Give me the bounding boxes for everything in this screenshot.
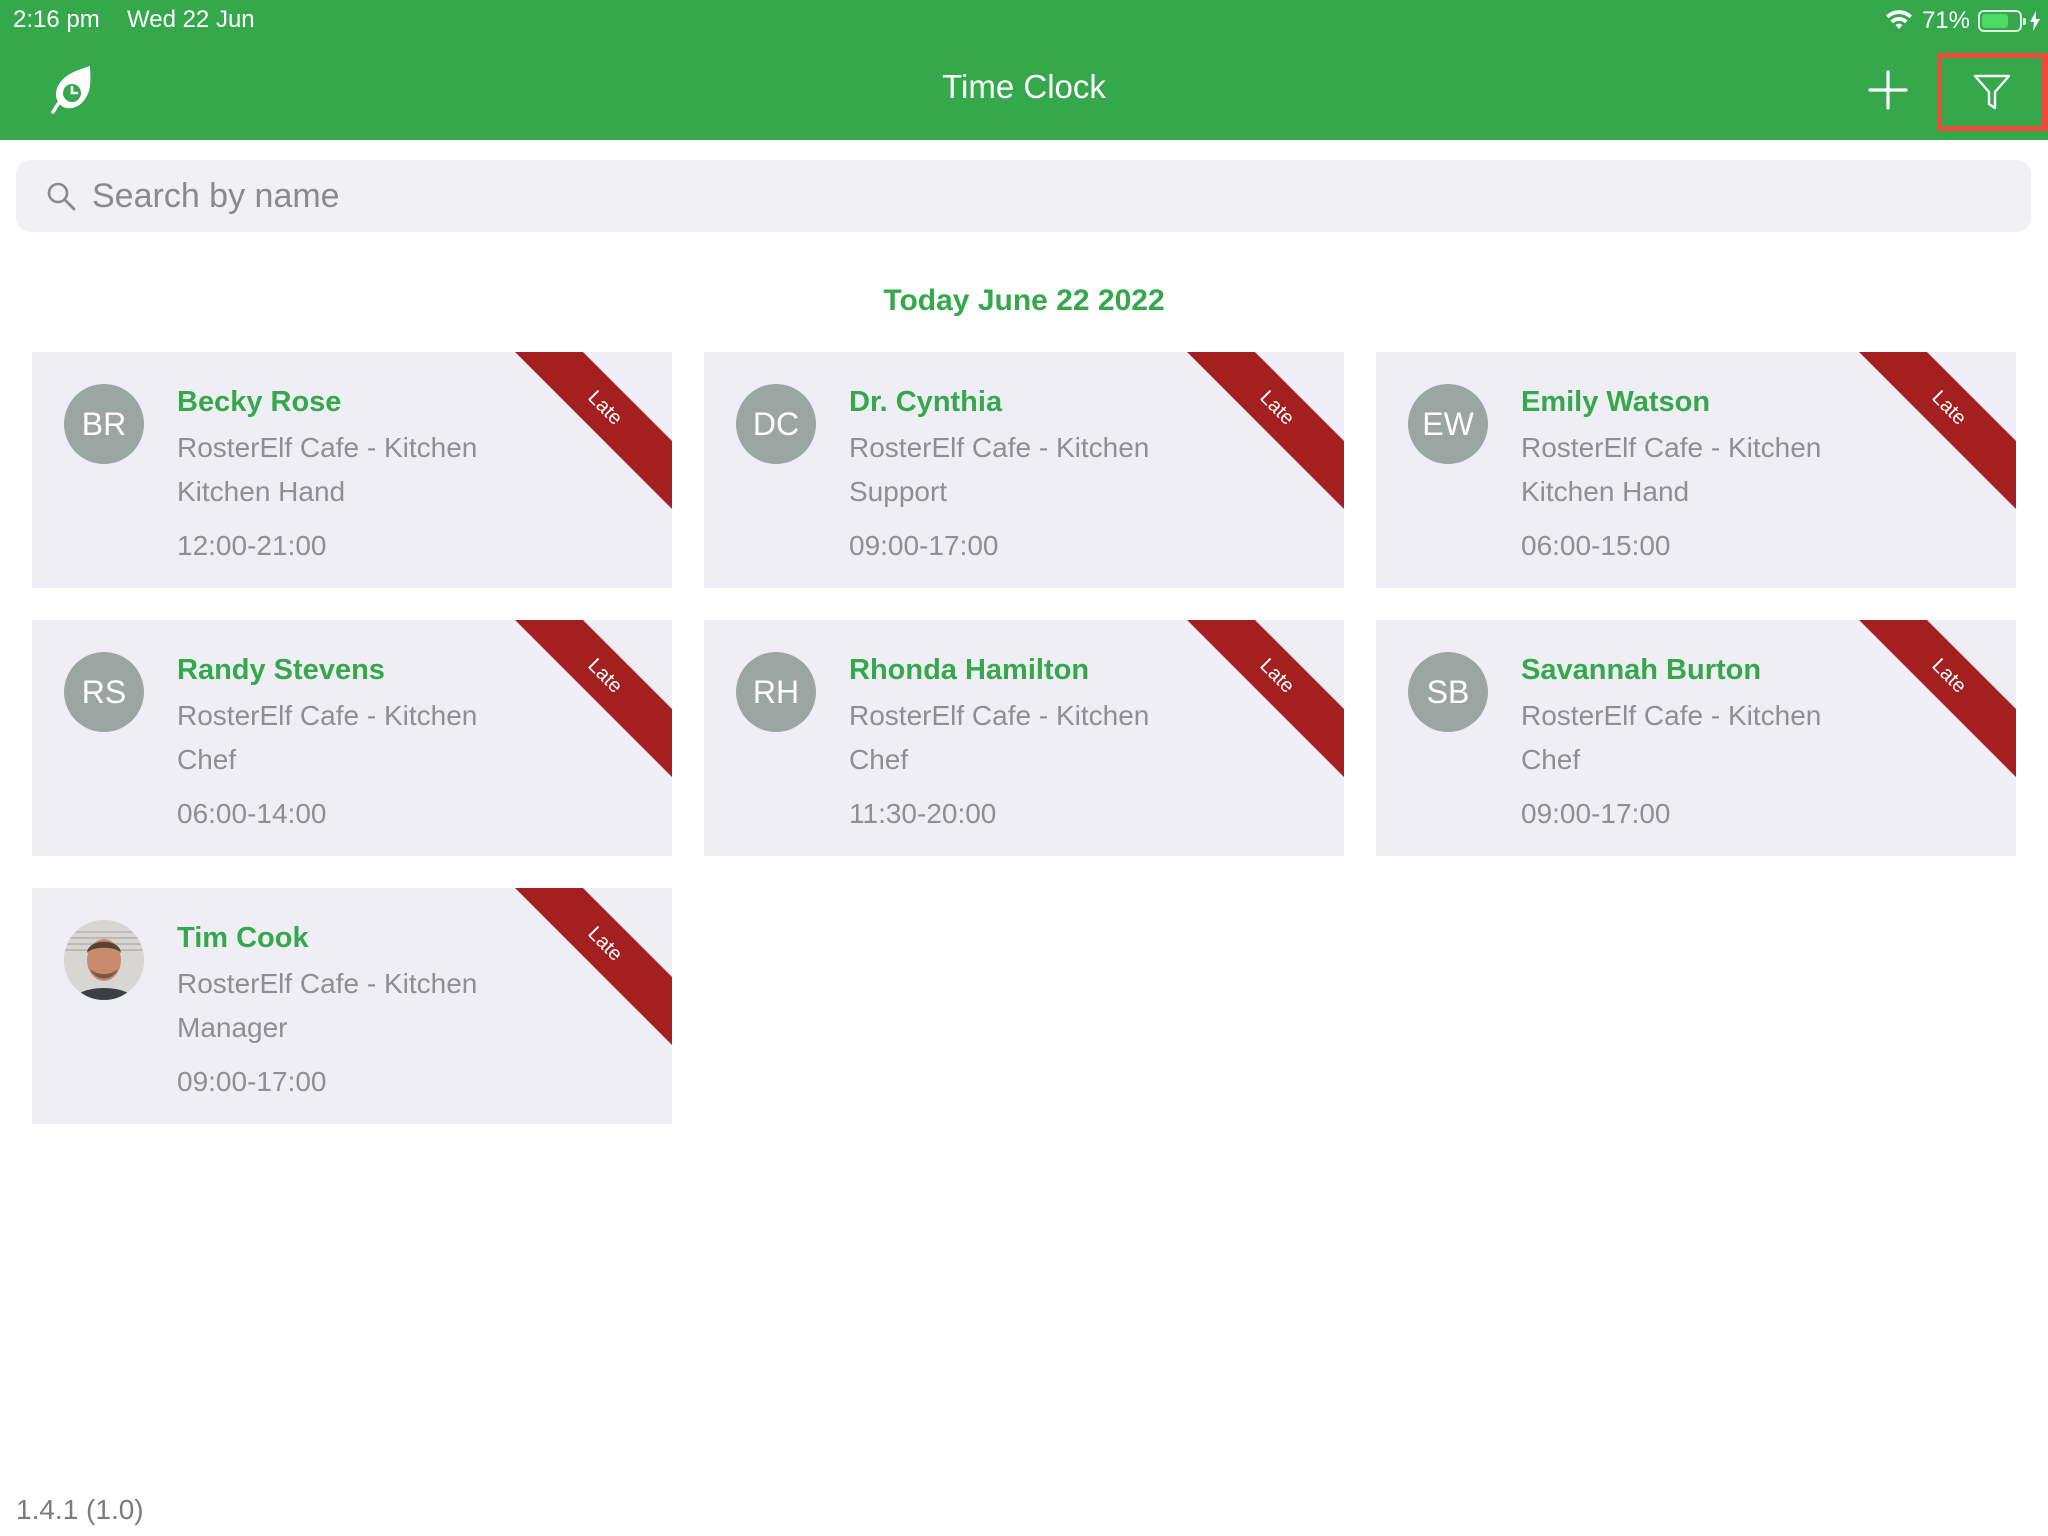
date-heading: Today June 22 2022 <box>883 284 1165 317</box>
shift-hours: 12:00-21:00 <box>177 530 327 561</box>
employee-location: RosterElf Cafe - Kitchen <box>1521 700 1822 731</box>
status-date: Wed 22 Jun <box>127 6 255 33</box>
person-photo-icon <box>64 920 144 1000</box>
avatar-photo <box>64 920 144 1000</box>
employee-card[interactable]: Tim Cook RosterElf Cafe - Kitchen Manage… <box>32 888 672 1124</box>
employee-name: Randy Stevens <box>177 654 385 686</box>
add-icon[interactable] <box>1868 70 1908 110</box>
employee-location: RosterElf Cafe - Kitchen <box>177 968 478 999</box>
late-ribbon: Late <box>1171 620 1344 782</box>
header: 2:16 pm Wed 22 Jun 71% Time Clock <box>0 0 2048 140</box>
avatar: EW <box>1408 384 1488 464</box>
employee-name: Emily Watson <box>1521 386 1711 418</box>
employee-role: Chef <box>849 744 909 775</box>
employee-name: Dr. Cynthia <box>849 386 1003 418</box>
search-bar[interactable] <box>16 160 2031 232</box>
late-ribbon: Late <box>499 620 672 782</box>
battery-percent: 71% <box>1921 7 1970 34</box>
employee-name: Tim Cook <box>177 922 309 954</box>
avatar: BR <box>64 384 144 464</box>
search-icon <box>47 182 76 211</box>
employee-card[interactable]: RS Randy Stevens RosterElf Cafe - Kitche… <box>32 620 672 856</box>
late-ribbon: Late <box>1171 352 1344 514</box>
page-title: Time Clock <box>942 68 1106 105</box>
employee-card[interactable]: RH Rhonda Hamilton RosterElf Cafe - Kitc… <box>704 620 1344 856</box>
employee-name: Rhonda Hamilton <box>849 654 1090 686</box>
shift-hours: 09:00-17:00 <box>177 1066 327 1097</box>
employee-card[interactable]: DC Dr. Cynthia RosterElf Cafe - Kitchen … <box>704 352 1344 588</box>
employee-location: RosterElf Cafe - Kitchen <box>1521 432 1822 463</box>
status-time: 2:16 pm <box>13 6 100 33</box>
avatar: DC <box>736 384 816 464</box>
filter-button[interactable] <box>1937 53 2047 131</box>
employee-name: Becky Rose <box>177 386 342 418</box>
filter-icon <box>1973 74 2011 110</box>
avatar: SB <box>1408 652 1488 732</box>
search-input[interactable] <box>92 176 1992 216</box>
status-indicators: 71% <box>1884 6 2040 36</box>
avatar: RH <box>736 652 816 732</box>
charging-icon <box>2030 11 2040 31</box>
employee-role: Kitchen Hand <box>1521 476 1690 507</box>
wifi-icon <box>1885 10 1912 29</box>
late-ribbon: Late <box>499 888 672 1050</box>
employee-name: Savannah Burton <box>1521 654 1762 686</box>
shift-hours: 06:00-15:00 <box>1521 530 1671 561</box>
employee-location: RosterElf Cafe - Kitchen <box>849 432 1150 463</box>
shift-hours: 09:00-17:00 <box>849 530 999 561</box>
employee-role: Kitchen Hand <box>177 476 346 507</box>
employee-card[interactable]: EW Emily Watson RosterElf Cafe - Kitchen… <box>1376 352 2016 588</box>
employee-role: Chef <box>1521 744 1581 775</box>
shift-hours: 11:30-20:00 <box>849 798 997 829</box>
employee-card[interactable]: SB Savannah Burton RosterElf Cafe - Kitc… <box>1376 620 2016 856</box>
late-ribbon: Late <box>1843 352 2016 514</box>
employee-location: RosterElf Cafe - Kitchen <box>849 700 1150 731</box>
employee-location: RosterElf Cafe - Kitchen <box>177 432 478 463</box>
time-clock-app: 2:16 pm Wed 22 Jun 71% Time Clock Search… <box>0 0 2048 1536</box>
battery-icon <box>1978 10 2026 32</box>
employee-card[interactable]: BR Becky Rose RosterElf Cafe - Kitchen K… <box>32 352 672 588</box>
shift-hours: 09:00-17:00 <box>1521 798 1671 829</box>
late-ribbon: Late <box>1843 620 2016 782</box>
employee-role: Support <box>849 476 948 507</box>
employee-role: Manager <box>177 1012 288 1043</box>
employee-role: Chef <box>177 744 237 775</box>
app-version: 1.4.1 (1.0) <box>16 1494 144 1525</box>
employee-location: RosterElf Cafe - Kitchen <box>177 700 478 731</box>
avatar: RS <box>64 652 144 732</box>
late-ribbon: Late <box>499 352 672 514</box>
shift-hours: 06:00-14:00 <box>177 798 327 829</box>
